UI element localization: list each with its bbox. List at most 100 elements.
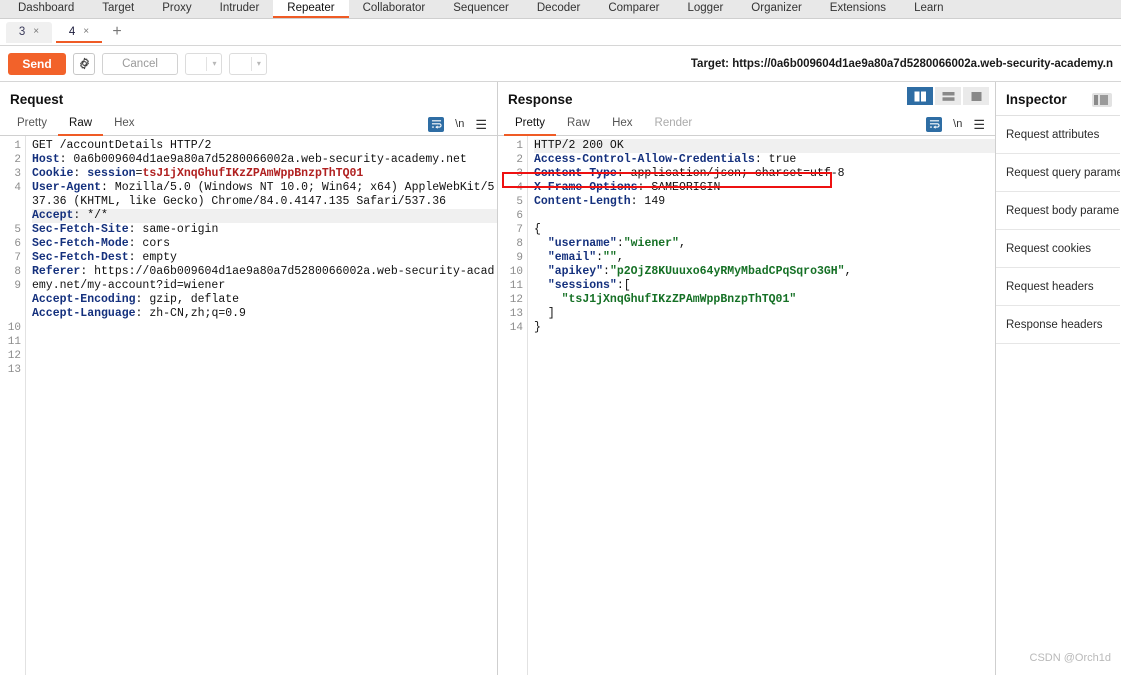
inspector-item-response-headers[interactable]: Response headers	[996, 306, 1120, 344]
chevron-down-icon[interactable]: ▾	[252, 59, 266, 68]
nav-item-target[interactable]: Target	[88, 0, 148, 18]
code-segment: Accept	[32, 209, 74, 222]
response-view-tabs: Pretty Raw Hex Render \n ☰	[498, 113, 995, 136]
line-number: 2	[14, 154, 21, 166]
nav-item-repeater[interactable]: Repeater	[273, 0, 349, 18]
code-segment: ]	[534, 307, 555, 320]
newline-toggle-icon[interactable]: \n	[455, 118, 464, 130]
response-header-row: Response	[498, 82, 995, 113]
code-segment: : https://0a6b009604d1ae9a80a7d528006600…	[32, 265, 495, 292]
main-content-area: Request Pretty Raw Hex \n ☰ 1 2 3 4 5 6 7 8 9 10 11 1…	[0, 82, 1121, 675]
code-segment: : Mozilla/5.0 (Windows NT 10.0; Win64; x…	[32, 181, 495, 208]
word-wrap-glyph	[431, 120, 442, 129]
code-line: }	[534, 321, 995, 335]
code-line: Sec-Fetch-Site: same-origin	[32, 223, 497, 237]
repeater-tab-label: 4	[68, 25, 76, 38]
request-editor-tools: \n ☰	[428, 116, 497, 132]
line-number	[0, 209, 21, 223]
code-segment: ,	[678, 237, 686, 250]
inspector-section-list: Request attributes Request query parame Re…	[996, 116, 1120, 344]
close-icon[interactable]: ×	[83, 26, 89, 37]
request-tab-raw[interactable]: Raw	[58, 113, 104, 136]
newline-toggle-icon[interactable]: \n	[953, 118, 962, 130]
code-segment: Accept-Encoding	[32, 293, 136, 306]
inspector-item-request-attributes[interactable]: Request attributes	[996, 116, 1120, 154]
code-line: HTTP/2 200 OK	[534, 139, 995, 153]
response-body-text[interactable]: HTTP/2 200 OK Access-Control-Allow-Creden…	[528, 136, 995, 675]
code-segment: "wiener"	[623, 237, 679, 250]
word-wrap-icon[interactable]	[926, 116, 943, 132]
nav-item-dashboard[interactable]: Dashboard	[4, 0, 88, 18]
inspector-item-request-query-parame[interactable]: Request query parame	[996, 154, 1120, 192]
line-number: 4	[14, 182, 21, 194]
cancel-button[interactable]: Cancel	[102, 52, 178, 75]
response-panel-title: Response	[508, 92, 573, 107]
nav-item-logger[interactable]: Logger	[673, 0, 737, 18]
code-segment: "email"	[547, 251, 597, 264]
nav-item-learn[interactable]: Learn	[900, 0, 957, 18]
request-tab-pretty[interactable]: Pretty	[6, 113, 58, 136]
response-tab-raw[interactable]: Raw	[556, 113, 601, 136]
code-segment: : cors	[128, 237, 171, 250]
code-line: Sec-Fetch-Mode: cors	[32, 237, 497, 251]
chevron-down-icon[interactable]: ▾	[207, 59, 221, 68]
code-segment: "p2OjZ8KUuuxo64yRMyMbadCPqSqro3GH"	[609, 265, 845, 278]
next-request-button[interactable]: > ▾	[229, 52, 267, 75]
settings-gear-button[interactable]	[73, 52, 95, 75]
inspector-item-request-body-parame[interactable]: Request body parame	[996, 192, 1120, 230]
code-segment: ,	[844, 265, 852, 278]
code-segment: Referer	[32, 265, 81, 278]
previous-request-button[interactable]: < ▾	[185, 52, 223, 75]
nav-item-sequencer[interactable]: Sequencer	[439, 0, 523, 18]
line-number: 10	[509, 266, 523, 278]
line-number: 13	[509, 308, 523, 320]
nav-item-decoder[interactable]: Decoder	[523, 0, 594, 18]
code-line: X-Frame-Options: SAMEORIGIN	[534, 181, 995, 195]
inspector-item-request-headers[interactable]: Request headers	[996, 268, 1120, 306]
send-button[interactable]: Send	[8, 52, 66, 75]
nav-item-organizer[interactable]: Organizer	[737, 0, 816, 18]
single-pane-layout-button[interactable]	[963, 87, 989, 105]
code-segment: User-Agent	[32, 181, 102, 194]
code-segment: Content-Type	[534, 167, 617, 180]
line-number	[0, 307, 21, 321]
add-tab-button[interactable]: +	[106, 22, 128, 43]
close-icon[interactable]: ×	[33, 26, 39, 37]
code-line: Access-Control-Allow-Credentials: true	[534, 153, 995, 167]
response-editor[interactable]: 1 2 3 4 5 6 7 8 9 10 11 12 13 14 HTTP/2 200 OK Access-…	[498, 136, 995, 675]
repeater-tab-label: 3	[18, 25, 26, 38]
nav-item-extensions[interactable]: Extensions	[816, 0, 900, 18]
response-tab-render[interactable]: Render	[644, 113, 704, 136]
repeater-tab-4[interactable]: 4 ×	[56, 22, 102, 43]
nav-item-collaborator[interactable]: Collaborator	[349, 0, 440, 18]
response-tab-hex[interactable]: Hex	[601, 113, 643, 136]
nav-item-comparer[interactable]: Comparer	[594, 0, 673, 18]
inspector-header: Inspector	[996, 82, 1120, 116]
response-line-numbers: 1 2 3 4 5 6 7 8 9 10 11 12 13 14	[498, 136, 528, 675]
line-number: 4	[516, 182, 523, 194]
hamburger-menu-icon[interactable]: ☰	[973, 118, 985, 131]
code-segment: : gzip, deflate	[135, 293, 240, 306]
collapse-panel-icon[interactable]	[1092, 92, 1112, 107]
word-wrap-glyph	[929, 120, 940, 129]
code-segment: }	[534, 321, 541, 334]
request-tab-hex[interactable]: Hex	[103, 113, 145, 136]
request-body-text[interactable]: GET /accountDetails HTTP/2 Host: 0a6b0096…	[26, 136, 497, 675]
code-segment: "sessions"	[547, 279, 617, 292]
request-editor[interactable]: 1 2 3 4 5 6 7 8 9 10 11 12 13 GET /accountDetails HT…	[0, 136, 497, 675]
repeater-tab-3[interactable]: 3 ×	[6, 22, 52, 43]
horizontal-split-layout-button[interactable]	[935, 87, 961, 105]
line-number: 9	[14, 280, 21, 292]
inspector-item-request-cookies[interactable]: Request cookies	[996, 230, 1120, 268]
code-segment: : empty	[128, 251, 177, 264]
response-tab-pretty[interactable]: Pretty	[504, 113, 557, 136]
vertical-split-layout-button[interactable]	[907, 87, 933, 105]
word-wrap-icon[interactable]	[428, 116, 445, 132]
hamburger-menu-icon[interactable]: ☰	[475, 118, 487, 131]
layout-buttons-group	[907, 82, 995, 105]
gear-icon	[79, 57, 89, 70]
line-number: 11	[509, 280, 523, 292]
